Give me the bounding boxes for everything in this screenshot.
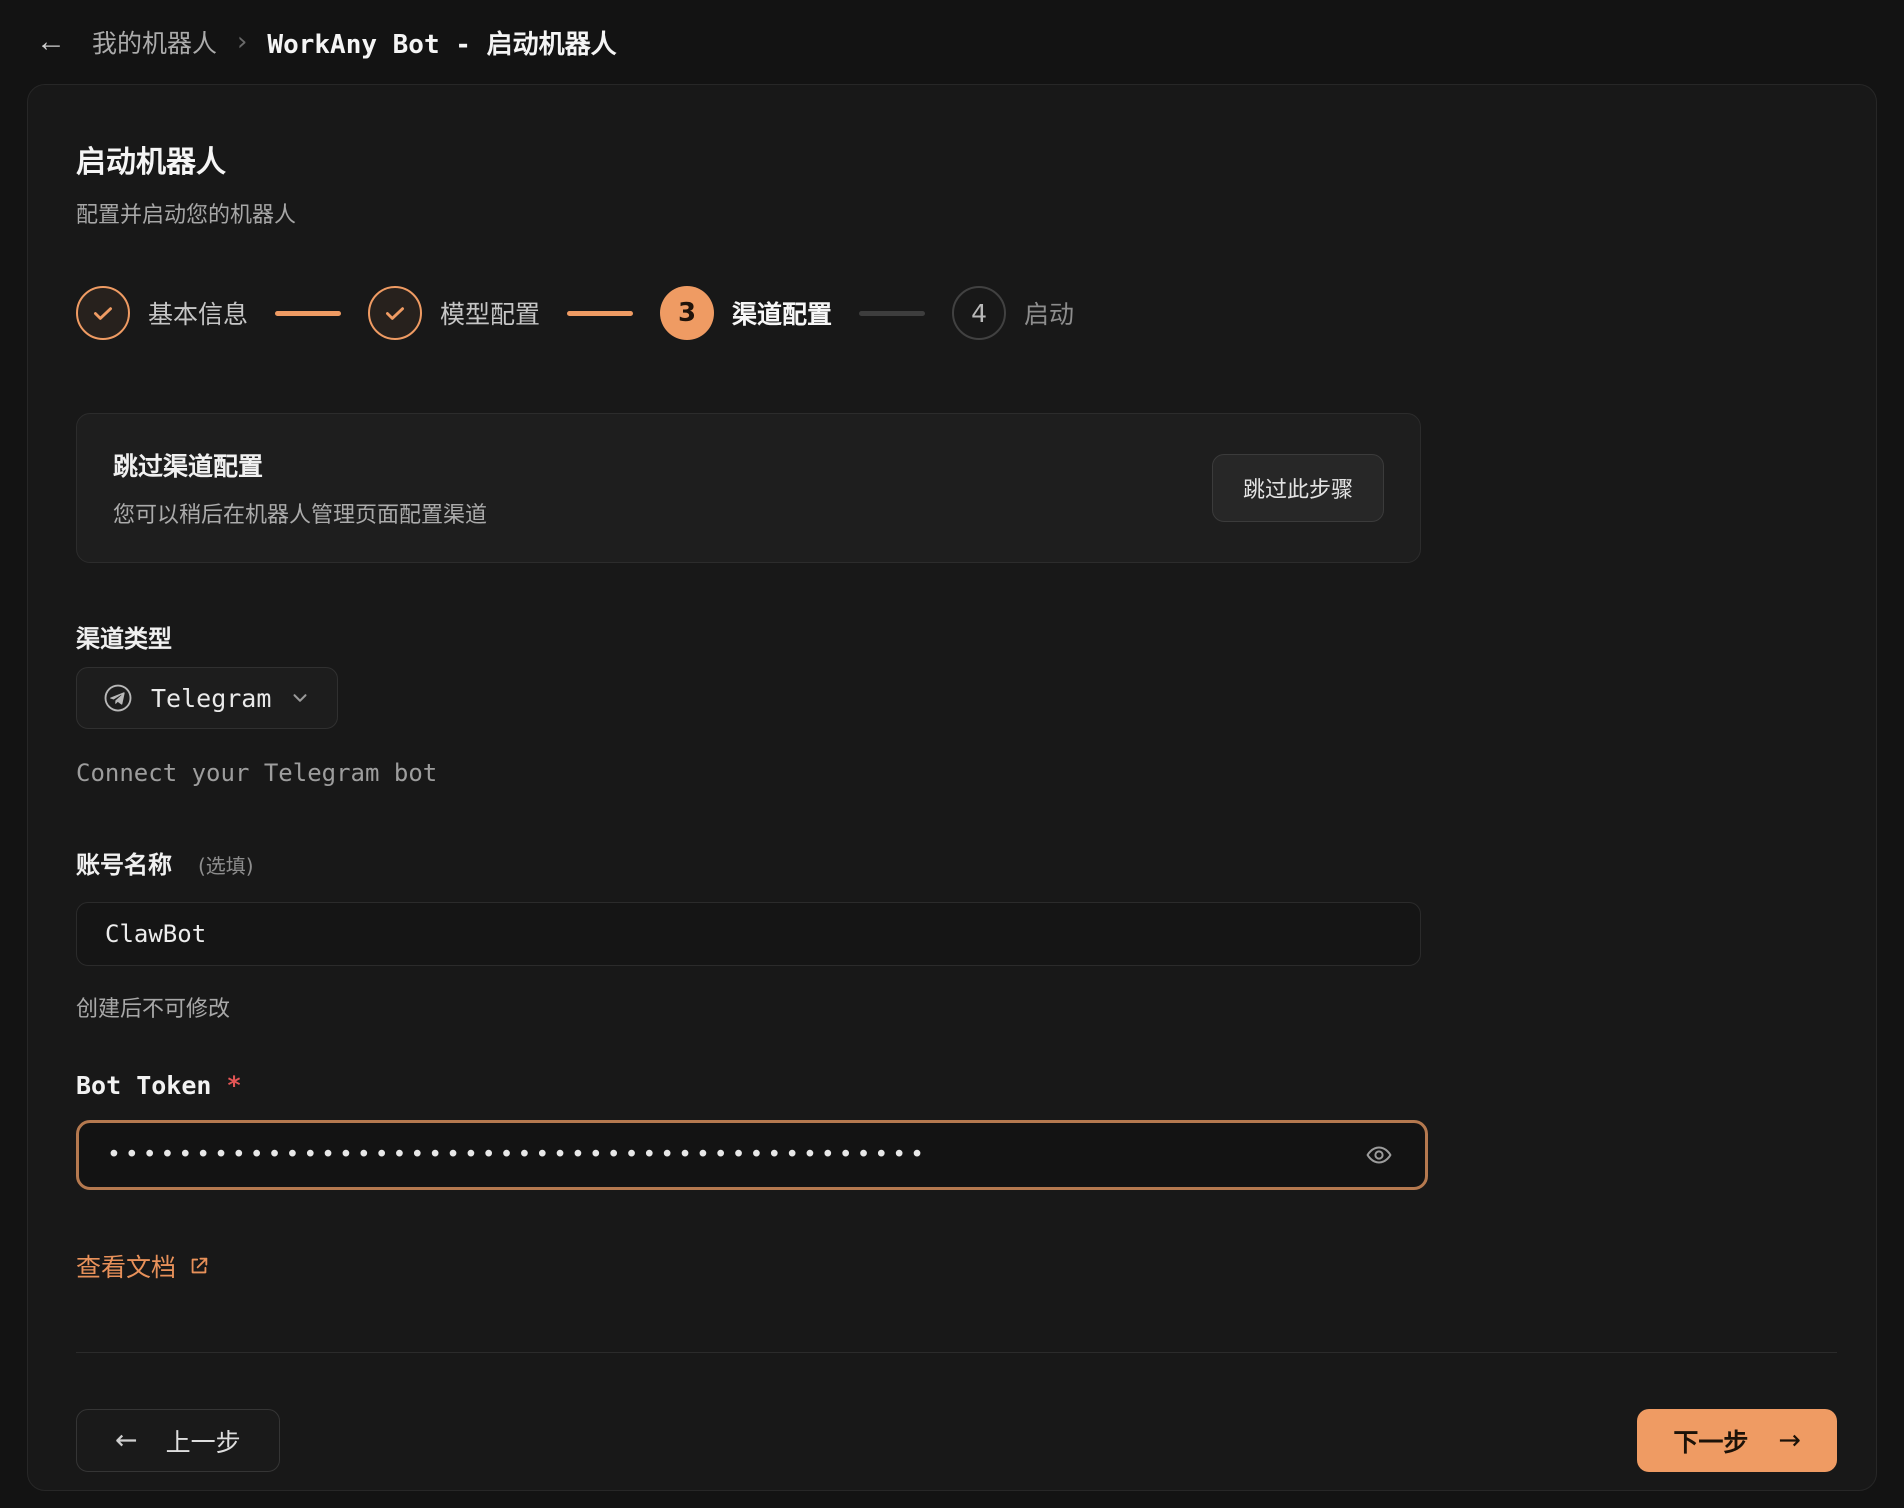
skip-title: 跳过渠道配置 [113,447,487,483]
eye-icon [1365,1141,1393,1169]
step-channel-config[interactable]: 3 渠道配置 [660,286,832,340]
external-link-icon [188,1255,210,1277]
previous-step-label: 上一步 [166,1423,241,1459]
channel-type-value: Telegram [151,684,271,713]
arrow-left-icon: ← [115,1427,138,1454]
account-name-input[interactable] [76,902,1421,966]
breadcrumb: ← 我的机器人 › WorkAny Bot - 启动机器人 [0,0,1904,64]
bot-token-input[interactable]: ••••••••••••••••••••••••••••••••••••••••… [76,1120,1428,1190]
channel-type-helper: Connect your Telegram bot [76,759,1421,787]
skip-banner: 跳过渠道配置 您可以稍后在机器人管理页面配置渠道 跳过此步骤 [76,413,1421,563]
chevron-right-icon: › [237,27,247,57]
masked-token-value: ••••••••••••••••••••••••••••••••••••••••… [107,1142,1361,1168]
check-icon [382,300,408,326]
chevron-down-icon [289,687,311,709]
step-launch[interactable]: 4 启动 [952,286,1074,340]
footer-divider [76,1352,1837,1353]
page-title: 启动机器人 [76,137,1828,181]
channel-type-label: 渠道类型 [76,619,1421,654]
breadcrumb-parent[interactable]: 我的机器人 [92,24,217,60]
next-step-button[interactable]: 下一步 → [1637,1409,1837,1472]
step-basic-info[interactable]: 基本信息 [76,286,248,340]
account-name-helper: 创建后不可修改 [76,991,1421,1023]
step-connector [859,311,925,316]
skip-banner-text: 跳过渠道配置 您可以稍后在机器人管理页面配置渠道 [113,447,487,529]
channel-type-dropdown[interactable]: Telegram [76,667,338,729]
step-4-circle: 4 [952,286,1006,340]
page-subtitle: 配置并启动您的机器人 [76,197,1828,229]
bot-token-section: Bot Token * ••••••••••••••••••••••••••••… [76,1071,1421,1190]
step-3-label: 渠道配置 [732,295,832,331]
step-model-config[interactable]: 模型配置 [368,286,540,340]
skip-description: 您可以稍后在机器人管理页面配置渠道 [113,497,487,529]
telegram-icon [103,683,133,713]
toggle-visibility-button[interactable] [1361,1137,1397,1173]
account-name-section: 账号名称 (选填) 创建后不可修改 [76,845,1421,1023]
step-4-label: 启动 [1024,295,1074,331]
view-docs-link[interactable]: 查看文档 [76,1248,210,1284]
step-connector [567,311,633,316]
wizard-footer: ← 上一步 下一步 → [76,1409,1837,1472]
breadcrumb-current: WorkAny Bot - 启动机器人 [267,24,616,61]
step-indicator: 基本信息 模型配置 3 渠道配置 4 启动 [76,285,1828,341]
back-arrow-icon[interactable]: ← [30,23,72,61]
view-docs-label: 查看文档 [76,1248,176,1284]
step-2-label: 模型配置 [440,295,540,331]
channel-type-section: 渠道类型 Telegram Connect your Telegram bot [76,619,1421,787]
skip-step-button[interactable]: 跳过此步骤 [1212,454,1384,522]
step-1-circle [76,286,130,340]
required-asterisk: * [227,1071,240,1100]
wizard-card: 启动机器人 配置并启动您的机器人 基本信息 模型配置 3 渠道配置 4 启动 [27,84,1877,1491]
arrow-right-icon: → [1778,1427,1801,1454]
step-2-circle [368,286,422,340]
optional-tag: (选填) [198,850,254,879]
step-1-label: 基本信息 [148,295,248,331]
bot-token-label: Bot Token [76,1071,211,1100]
step-connector [275,311,341,316]
step-3-circle: 3 [660,286,714,340]
check-icon [90,300,116,326]
previous-step-button[interactable]: ← 上一步 [76,1409,280,1472]
account-name-label: 账号名称 [76,845,172,880]
next-step-label: 下一步 [1673,1423,1748,1459]
